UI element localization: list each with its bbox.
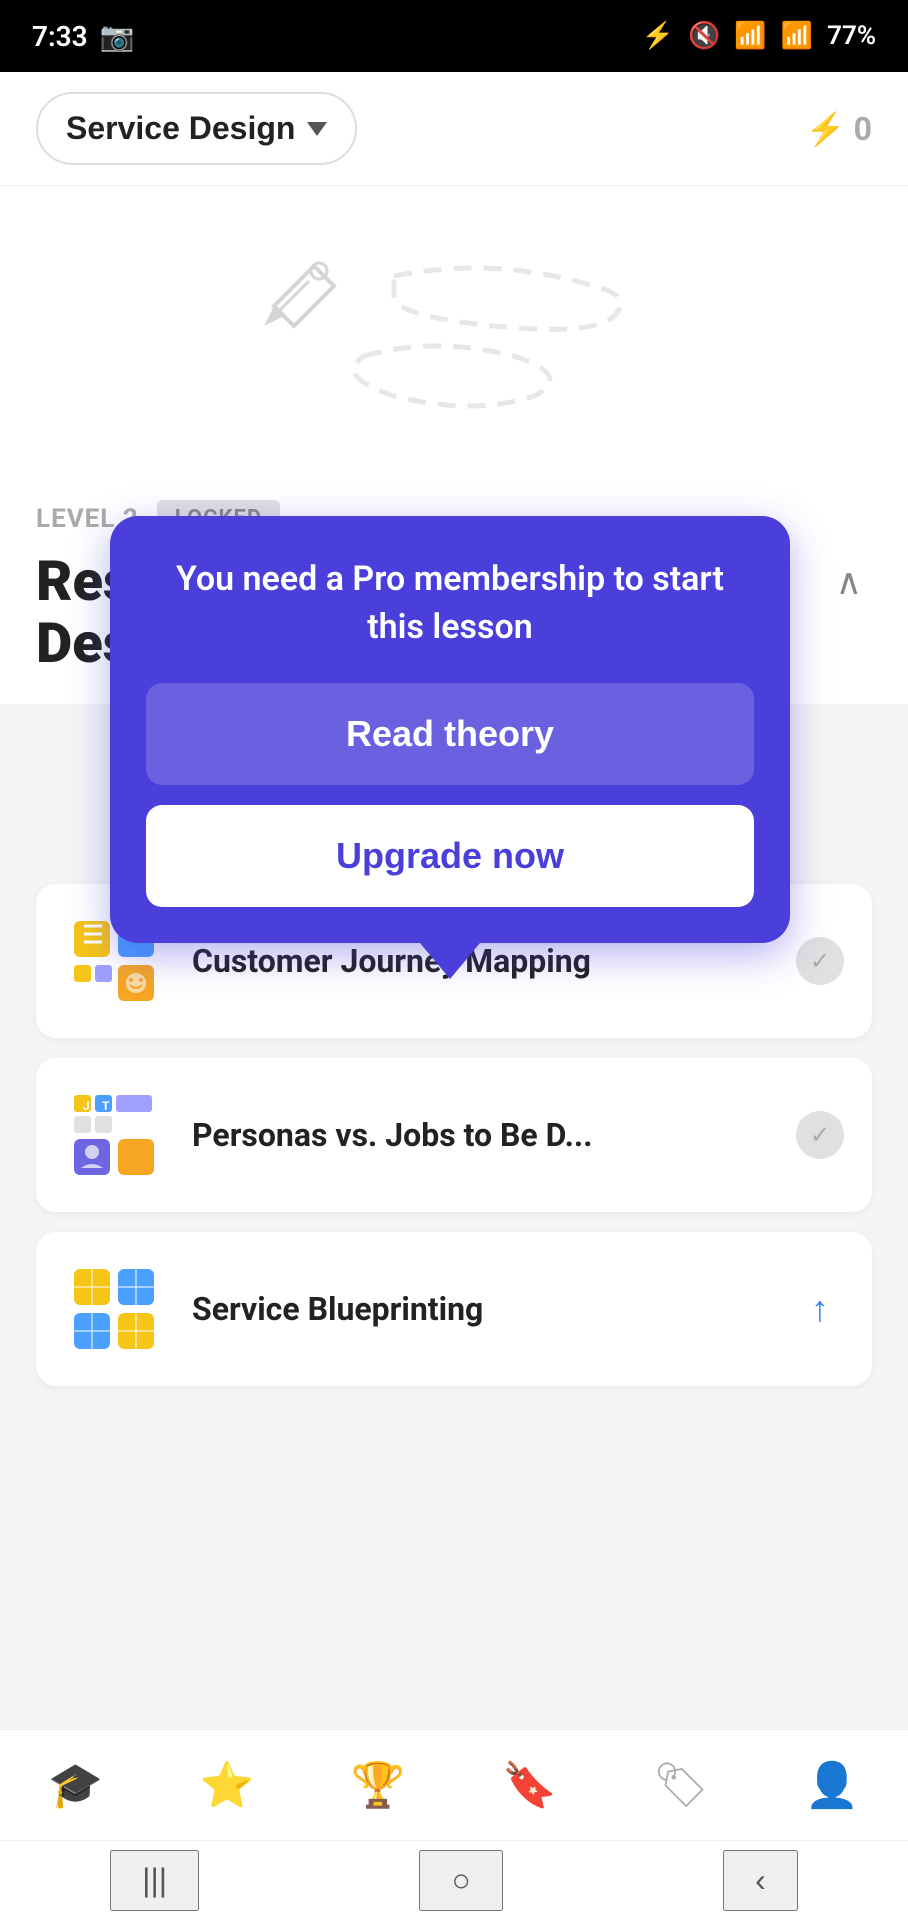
lightning-icon: ⚡	[806, 110, 846, 148]
signal-icon: 📶	[781, 21, 813, 51]
read-theory-button[interactable]: Read theory	[146, 683, 754, 785]
nav-item-leaderboard[interactable]: 🏆	[338, 1750, 418, 1820]
lesson-title-text: Personas vs. Jobs to Be D...	[192, 1116, 768, 1154]
volume-icon: 🔇	[688, 21, 720, 51]
list-item[interactable]: Service Blueprinting ↑	[36, 1232, 872, 1386]
nav-item-learn[interactable]: 🎓	[36, 1750, 116, 1820]
bluetooth-icon: ⚡	[642, 21, 674, 51]
nav-item-profile[interactable]: 👤	[792, 1750, 872, 1820]
nav-item-labels[interactable]: 🏷	[641, 1750, 721, 1820]
android-nav: ||| ○ ‹	[0, 1840, 908, 1920]
chevron-down-icon	[307, 122, 327, 136]
battery: 77%	[827, 21, 876, 51]
lesson-icon: J T	[64, 1090, 164, 1180]
nav-item-bookmarks[interactable]: 🔖	[490, 1750, 570, 1820]
course-title: Service Design	[66, 110, 295, 147]
check-icon: ✓	[796, 1111, 844, 1159]
android-home-button[interactable]: ○	[419, 1850, 502, 1911]
course-illustration	[214, 226, 694, 426]
arrow-up-icon: ↑	[796, 1285, 844, 1333]
time: 7:33	[32, 20, 88, 53]
list-item[interactable]: J T Personas vs. Jobs to Be D... ✓	[36, 1058, 872, 1212]
illustration-area	[0, 186, 908, 476]
bottom-nav: 🎓 ⭐ 🏆 🔖 🏷 👤	[0, 1729, 908, 1840]
popup-box: You need a Pro membership to start this …	[110, 516, 790, 943]
personas-icon: J T	[69, 1090, 159, 1180]
check-icon: ✓	[796, 937, 844, 985]
svg-text:J: J	[83, 1099, 90, 1113]
nav-item-practice[interactable]: ⭐	[187, 1750, 267, 1820]
lightning-badge: ⚡ 0	[806, 110, 872, 148]
header: Service Design ⚡ 0	[0, 72, 908, 186]
level-section: LEVEL 2 LOCKED ResDes ∧ You need a Pro m…	[0, 476, 908, 704]
blueprinting-icon	[69, 1264, 159, 1354]
collapse-button[interactable]: ∧	[826, 551, 872, 613]
upgrade-now-button[interactable]: Upgrade now	[146, 805, 754, 907]
lightning-count: 0	[854, 110, 872, 148]
pro-membership-popup: You need a Pro membership to start this …	[110, 516, 790, 979]
status-bar: 7:33 📷 ⚡ 🔇 📶 📶 77%	[0, 0, 908, 72]
course-selector-button[interactable]: Service Design	[36, 92, 357, 165]
popup-message: You need a Pro membership to start this …	[146, 556, 754, 651]
android-back-button[interactable]: ‹	[723, 1850, 798, 1911]
lesson-icon	[64, 1264, 164, 1354]
status-bar-left: 7:33 📷	[32, 20, 135, 53]
status-bar-right: ⚡ 🔇 📶 📶 77%	[642, 21, 876, 51]
android-menu-button[interactable]: |||	[110, 1850, 199, 1911]
lesson-title-text: Service Blueprinting	[192, 1290, 768, 1328]
wifi-icon: 📶	[734, 21, 766, 51]
camera-icon: 📷	[100, 20, 135, 53]
popup-arrow	[420, 943, 480, 979]
svg-text:T: T	[102, 1099, 110, 1113]
